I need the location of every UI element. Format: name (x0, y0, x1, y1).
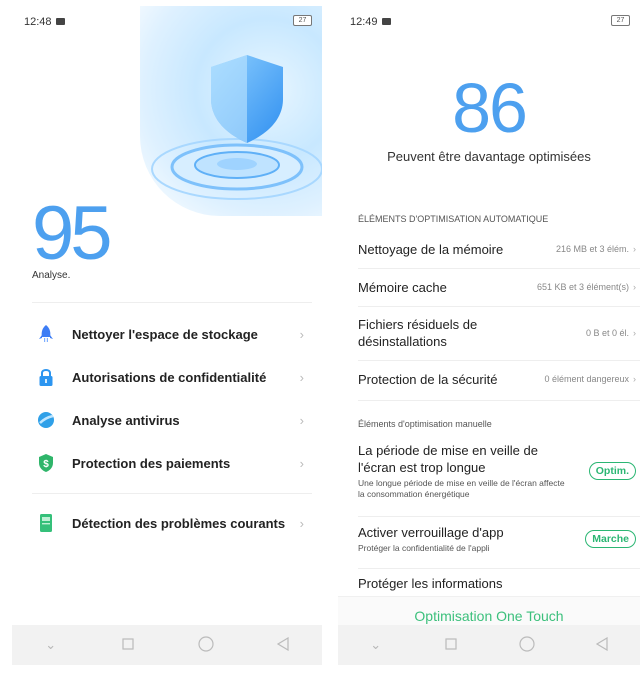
rocket-icon (36, 323, 56, 345)
menu-item-clean-storage[interactable]: Nettoyer l'espace de stockage › (12, 314, 322, 354)
phone-check-icon (36, 512, 56, 534)
triangle-back-icon[interactable] (273, 636, 293, 654)
manual-item-title: Protéger les informations (358, 576, 503, 591)
menu-item-antivirus[interactable]: Analyse antivirus › (12, 400, 322, 440)
auto-item-cache[interactable]: Mémoire cache 651 KB et 3 élément(s) › (358, 277, 636, 297)
auto-item-memory-cleanup[interactable]: Nettoyage de la mémoire 216 MB et 3 élém… (358, 239, 636, 259)
menu-item-label: Analyse antivirus (72, 412, 180, 428)
auto-item-label: Protection de la sécurité (358, 371, 498, 387)
battery-icon: 27 (293, 15, 312, 26)
chevron-right-icon: › (299, 515, 304, 531)
svg-text:$: $ (43, 459, 49, 470)
chevron-down-icon[interactable]: ⌄ (366, 637, 386, 653)
menu-item-privacy-permissions[interactable]: Autorisations de confidentialité › (12, 357, 322, 397)
security-home-screen: 12:48 27 95 Analyse. Nettoyer l'espace d… (12, 6, 322, 675)
divider (32, 302, 312, 303)
auto-item-label: Fichiers résiduels de désinstallations (358, 317, 478, 349)
divider (358, 516, 640, 517)
menu-item-label: Détection des problèmes courants (72, 515, 286, 531)
auto-item-value: 216 MB et 3 élém. (555, 244, 629, 254)
chevron-right-icon: › (299, 369, 304, 385)
security-score: 95 (32, 191, 113, 276)
manual-item-title: Activer verrouillage d'app (358, 525, 504, 540)
chevron-right-icon: › (633, 374, 636, 384)
manual-item-protect-info[interactable]: Protéger les informations (358, 575, 636, 595)
battery-icon: 27 (611, 15, 630, 26)
optimization-screen: 12:49 27 86 Peuvent être davantage optim… (338, 6, 640, 675)
navigation-bar: ⌄ (338, 625, 640, 665)
score-label: Analyse. (32, 270, 71, 281)
auto-item-value: 651 KB et 3 élément(s) (536, 282, 629, 292)
manual-item-description: Une longue période de mise en veille de … (358, 478, 565, 499)
lock-icon (36, 366, 56, 388)
auto-item-label: Nettoyage de la mémoire (358, 241, 504, 257)
menu-item-common-issues[interactable]: Détection des problèmes courants › (12, 503, 322, 543)
auto-item-security-protection[interactable]: Protection de la sécurité 0 élément dang… (358, 369, 636, 389)
square-icon[interactable] (441, 637, 461, 653)
divider (358, 360, 640, 361)
menu-item-label: Nettoyer l'espace de stockage (72, 326, 258, 342)
status-bar: 12:49 27 (338, 6, 640, 36)
manual-item-app-lock: Activer verrouillage d'app Protéger la c… (358, 524, 636, 560)
optimization-score: 86 (452, 69, 528, 147)
chevron-right-icon: › (299, 412, 304, 428)
auto-item-residual-files[interactable]: Fichiers résiduels de désinstallations 0… (358, 315, 636, 351)
auto-optimization-heading: ÉLÉMENTS D'OPTIMISATION AUTOMATIQUE (358, 214, 549, 224)
chevron-right-icon: › (633, 244, 636, 254)
manual-item-title: La période de mise en veille de l'écran … (358, 443, 538, 475)
divider (358, 400, 640, 401)
notification-icon (56, 18, 65, 25)
one-touch-optimize-button[interactable]: Optimisation One Touch (414, 608, 563, 624)
menu-item-label: Protection des paiements (72, 455, 231, 471)
dollar-shield-icon: $ (36, 452, 56, 474)
chevron-right-icon: › (299, 455, 304, 471)
auto-item-label: Mémoire cache (358, 279, 447, 295)
status-time: 12:49 (350, 16, 378, 28)
optimize-button[interactable]: Optim. (588, 462, 636, 480)
auto-item-value: 0 B et 0 él. (585, 328, 629, 338)
triangle-back-icon[interactable] (592, 636, 612, 654)
divider (358, 306, 640, 307)
menu-item-payment-protection[interactable]: $ Protection des paiements › (12, 443, 322, 483)
globe-icon (36, 409, 56, 431)
circle-icon[interactable] (196, 635, 216, 655)
auto-item-value: 0 élément dangereux (544, 374, 629, 384)
notification-icon (382, 18, 391, 25)
shield-icon (211, 55, 283, 143)
chevron-right-icon: › (299, 326, 304, 342)
manual-item-description: Protéger la confidentialité de l'appli (358, 543, 490, 553)
divider (358, 568, 640, 569)
chevron-right-icon: › (633, 282, 636, 292)
manual-item-screen-timeout: La période de mise en veille de l'écran … (358, 442, 636, 508)
divider (32, 493, 312, 494)
circle-icon[interactable] (517, 635, 537, 655)
chevron-down-icon[interactable]: ⌄ (41, 637, 61, 653)
navigation-bar: ⌄ (12, 625, 322, 665)
square-icon[interactable] (118, 637, 138, 653)
divider (358, 268, 640, 269)
status-bar: 12:48 27 (12, 6, 322, 36)
menu-item-label: Autorisations de confidentialité (72, 369, 267, 385)
status-time: 12:48 (24, 16, 52, 28)
enable-button[interactable]: Marche (585, 530, 636, 548)
manual-optimization-heading: Éléments d'optimisation manuelle (358, 419, 492, 429)
score-subtitle: Peuvent être davantage optimisées (387, 149, 591, 164)
chevron-right-icon: › (633, 328, 636, 338)
